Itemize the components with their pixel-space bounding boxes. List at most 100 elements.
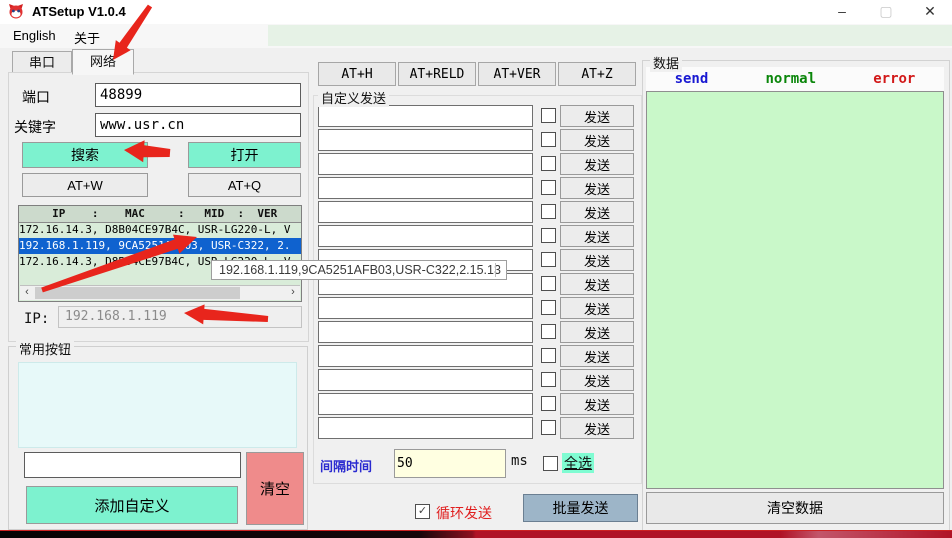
send-button-12[interactable]: 发送	[560, 369, 634, 391]
close-button[interactable]: ✕	[908, 0, 952, 24]
batch-send-button[interactable]: 批量发送	[523, 494, 638, 522]
scroll-left-icon[interactable]: ‹	[20, 286, 34, 300]
interval-label: 间隔时间	[320, 456, 372, 475]
custom-send-checkbox-2[interactable]	[541, 132, 556, 147]
send-button-8[interactable]: 发送	[560, 273, 634, 295]
scrollbar-thumb[interactable]	[35, 287, 240, 299]
device-row-1[interactable]: 172.16.14.3, D8B04CE97B4C, USR-LG220-L, …	[19, 222, 301, 238]
custom-send-row-12: 发送	[318, 369, 642, 391]
custom-send-checkbox-4[interactable]	[541, 180, 556, 195]
select-all-label[interactable]: 全选	[562, 453, 594, 473]
common-buttons-label: 常用按钮	[16, 339, 74, 358]
cmd-button-atver[interactable]: AT+VER	[478, 62, 556, 86]
send-button-9[interactable]: 发送	[560, 297, 634, 319]
interval-unit-label: ms	[511, 453, 528, 469]
custom-send-input-13[interactable]	[318, 393, 533, 415]
custom-send-checkbox-11[interactable]	[541, 348, 556, 363]
custom-send-input-1[interactable]	[318, 105, 533, 127]
send-button-6[interactable]: 发送	[560, 225, 634, 247]
send-button-7[interactable]: 发送	[560, 249, 634, 271]
custom-send-input-2[interactable]	[318, 129, 533, 151]
menu-about[interactable]: 关于	[74, 28, 100, 47]
clear-data-button[interactable]: 清空数据	[646, 492, 944, 524]
data-legend: sendnormalerror	[646, 67, 944, 91]
custom-send-checkbox-12[interactable]	[541, 372, 556, 387]
custom-send-checkbox-10[interactable]	[541, 324, 556, 339]
custom-send-checkbox-8[interactable]	[541, 276, 556, 291]
data-display-area[interactable]	[646, 91, 944, 489]
atsetup-window: ATSetup V1.0.4 – ▢ ✕ English 关于 串口 网络 端口…	[0, 0, 952, 538]
add-custom-button[interactable]: 添加自定义	[26, 486, 238, 524]
send-button-14[interactable]: 发送	[560, 417, 634, 439]
send-button-10[interactable]: 发送	[560, 321, 634, 343]
custom-send-row-6: 发送	[318, 225, 642, 247]
custom-send-row-14: 发送	[318, 417, 642, 439]
custom-send-row-13: 发送	[318, 393, 642, 415]
custom-send-checkbox-7[interactable]	[541, 252, 556, 267]
window-title: ATSetup V1.0.4	[32, 4, 126, 19]
custom-send-input-6[interactable]	[318, 225, 533, 247]
keyword-label: 关键字	[14, 117, 56, 137]
custom-send-input-11[interactable]	[318, 345, 533, 367]
bottom-edge-strip	[0, 530, 952, 538]
custom-send-input-4[interactable]	[318, 177, 533, 199]
cmd-button-atz[interactable]: AT+Z	[558, 62, 636, 86]
custom-send-checkbox-1[interactable]	[541, 108, 556, 123]
port-label: 端口	[22, 87, 50, 107]
custom-send-checkbox-9[interactable]	[541, 300, 556, 315]
send-button-2[interactable]: 发送	[560, 129, 634, 151]
custom-send-input-14[interactable]	[318, 417, 533, 439]
custom-send-label: 自定义发送	[318, 88, 389, 107]
custom-send-checkbox-6[interactable]	[541, 228, 556, 243]
tab-network[interactable]: 网络	[72, 49, 134, 75]
custom-send-checkbox-5[interactable]	[541, 204, 556, 219]
legend-error: error	[873, 71, 915, 87]
custom-send-row-4: 发送	[318, 177, 642, 199]
common-buttons-area	[18, 362, 297, 448]
clear-button[interactable]: 清空	[246, 452, 304, 525]
open-button[interactable]: 打开	[188, 142, 301, 168]
custom-send-input-3[interactable]	[318, 153, 533, 175]
atq-button[interactable]: AT+Q	[188, 173, 301, 197]
custom-command-input[interactable]	[24, 452, 241, 478]
send-button-11[interactable]: 发送	[560, 345, 634, 367]
interval-input[interactable]	[394, 449, 506, 478]
device-tooltip: 192.168.1.119,9CA5251AFB03,USR-C322,2.15…	[211, 260, 507, 280]
send-button-1[interactable]: 发送	[560, 105, 634, 127]
menu-english[interactable]: English	[13, 28, 56, 43]
custom-send-input-10[interactable]	[318, 321, 533, 343]
atw-button[interactable]: AT+W	[22, 173, 148, 197]
custom-send-row-11: 发送	[318, 345, 642, 367]
search-button[interactable]: 搜索	[22, 142, 148, 168]
custom-send-row-9: 发送	[318, 297, 642, 319]
custom-send-checkbox-13[interactable]	[541, 396, 556, 411]
minimize-button[interactable]: –	[820, 0, 864, 24]
custom-send-checkbox-14[interactable]	[541, 420, 556, 435]
custom-send-input-5[interactable]	[318, 201, 533, 223]
custom-send-row-10: 发送	[318, 321, 642, 343]
device-row-2[interactable]: 192.168.1.119, 9CA5251AFB03, USR-C322, 2…	[19, 238, 301, 254]
title-bar: ATSetup V1.0.4 – ▢ ✕	[0, 0, 952, 24]
device-list-header: IP : MAC : MID : VER	[19, 206, 301, 223]
send-button-3[interactable]: 发送	[560, 153, 634, 175]
cmd-button-atreld[interactable]: AT+RELD	[398, 62, 476, 86]
custom-send-input-9[interactable]	[318, 297, 533, 319]
send-button-13[interactable]: 发送	[560, 393, 634, 415]
cmd-button-ath[interactable]: AT+H	[318, 62, 396, 86]
send-button-5[interactable]: 发送	[560, 201, 634, 223]
keyword-input[interactable]	[95, 113, 301, 137]
ip-field: 192.168.1.119	[58, 306, 302, 328]
custom-send-row-5: 发送	[318, 201, 642, 223]
app-icon	[8, 3, 24, 19]
data-group-label: 数据	[650, 53, 682, 72]
send-button-4[interactable]: 发送	[560, 177, 634, 199]
menu-green-band	[268, 25, 952, 46]
custom-send-checkbox-3[interactable]	[541, 156, 556, 171]
loop-send-checkbox[interactable]: ✓	[415, 504, 430, 519]
port-input[interactable]	[95, 83, 301, 107]
device-list-scrollbar[interactable]: ‹ ›	[20, 285, 300, 300]
scroll-right-icon[interactable]: ›	[286, 286, 300, 300]
select-all-checkbox[interactable]	[543, 456, 558, 471]
custom-send-input-12[interactable]	[318, 369, 533, 391]
maximize-button[interactable]: ▢	[864, 0, 908, 24]
